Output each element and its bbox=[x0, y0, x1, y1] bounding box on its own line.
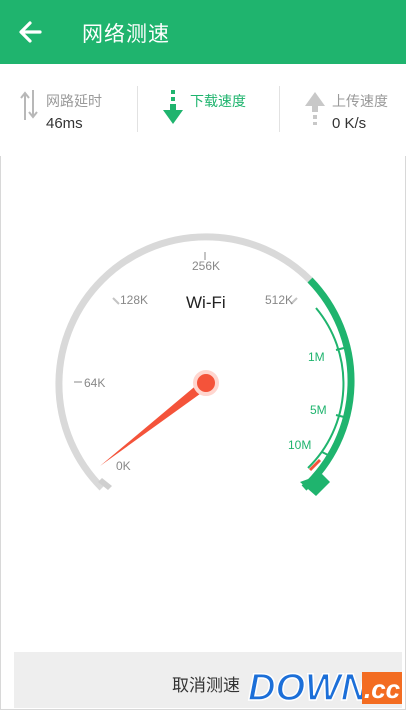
gauge-track bbox=[55, 233, 313, 491]
tick-label-10m: 10M bbox=[288, 438, 311, 452]
latency-stat: 网路延时 46ms bbox=[18, 64, 138, 156]
tick-label-5m: 5M bbox=[310, 403, 327, 417]
speed-gauge: 0K 64K 128K 256K 512K 1M 5M 10M Wi-Fi bbox=[55, 233, 355, 496]
stats-divider bbox=[137, 86, 138, 132]
stats-divider bbox=[279, 86, 280, 132]
latency-value: 46ms bbox=[46, 115, 83, 132]
gauge-needle bbox=[100, 378, 211, 466]
page-title: 网络测速 bbox=[82, 23, 170, 46]
tick-label-0k: 0K bbox=[116, 459, 131, 473]
latency-label: 网路延时 bbox=[46, 93, 102, 109]
gauge-end-cap bbox=[300, 474, 330, 496]
down-cc-watermark-logo: DOWN .cc bbox=[247, 666, 402, 710]
upload-label: 上传速度 bbox=[332, 93, 388, 109]
svg-text:DOWN: DOWN bbox=[248, 667, 370, 709]
cancel-test-button[interactable]: 取消测速 bbox=[172, 671, 240, 696]
tick-label-256k: 256K bbox=[192, 259, 220, 273]
download-label: 下载速度 bbox=[190, 93, 246, 109]
tick-label-64k: 64K bbox=[84, 376, 105, 390]
back-arrow-icon bbox=[19, 21, 42, 43]
tick-label-512k: 512K bbox=[265, 293, 293, 307]
upload-value: 0 K/s bbox=[332, 115, 367, 132]
network-type-label: Wi-Fi bbox=[186, 293, 226, 312]
gauge-needle-hub bbox=[193, 370, 219, 396]
upload-arrow-icon bbox=[305, 92, 325, 125]
stats-row: 网路延时 46ms 下载速度 上传速度 0 K/s bbox=[0, 64, 406, 156]
back-button[interactable] bbox=[14, 16, 46, 48]
download-arrow-icon bbox=[163, 90, 183, 124]
tick-label-128k: 128K bbox=[120, 293, 148, 307]
svg-text:.cc: .cc bbox=[364, 674, 401, 704]
top-app-bar: 网络测速 bbox=[0, 0, 406, 64]
upload-stat: 上传速度 0 K/s bbox=[302, 64, 406, 156]
up-down-arrows-icon bbox=[20, 90, 38, 120]
tick-label-1m: 1M bbox=[308, 350, 325, 364]
download-stat: 下载速度 bbox=[160, 64, 280, 156]
